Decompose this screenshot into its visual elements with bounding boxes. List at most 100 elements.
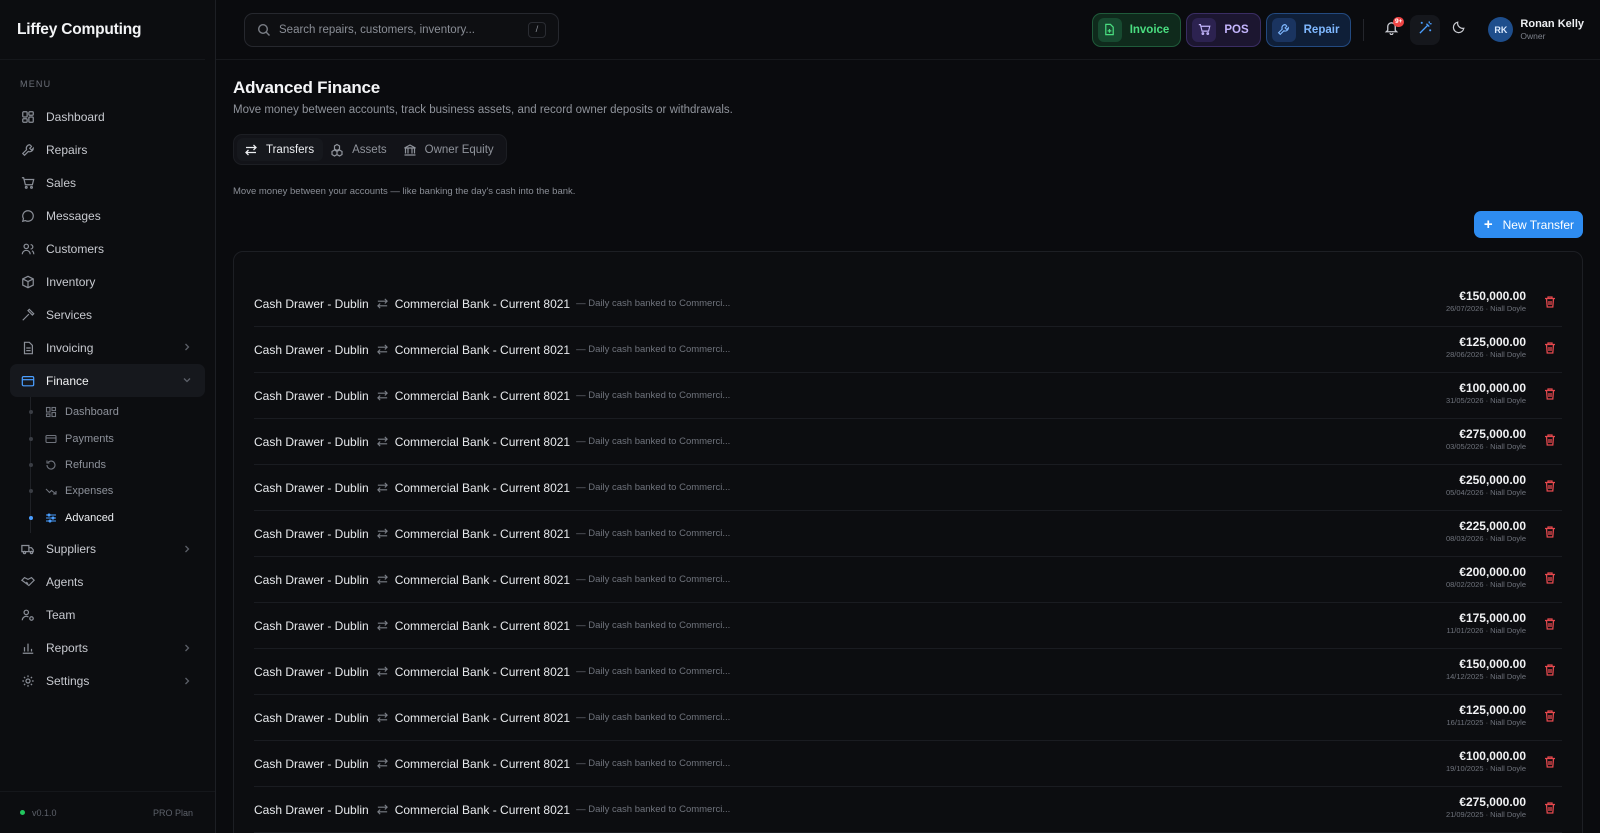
transfer-row[interactable]: Cash Drawer - Dublin Commercial Bank - C… [254, 603, 1562, 649]
to-account: Commercial Bank - Current 8021 [394, 434, 571, 449]
transfer-arrows-icon [376, 619, 390, 633]
sidebar-item-team[interactable]: Team [10, 599, 205, 632]
subnav-item-advanced[interactable]: Advanced [28, 505, 215, 531]
sidebar-item-agents[interactable]: Agents [10, 566, 205, 599]
notifications-button[interactable]: 9+ [1376, 15, 1406, 45]
card-icon [45, 433, 57, 445]
subnav-item-dashboard[interactable]: Dashboard [28, 399, 215, 425]
transfer-amount: €125,000.00 [1459, 335, 1526, 349]
transfer-amount: €125,000.00 [1459, 703, 1526, 717]
transfer-amount: €275,000.00 [1459, 427, 1526, 441]
sidebar-item-label: Repairs [46, 142, 88, 157]
transfer-row[interactable]: Cash Drawer - Dublin Commercial Bank - C… [254, 373, 1562, 419]
chat-icon [20, 208, 36, 224]
sidebar-item-reports[interactable]: Reports [10, 632, 205, 665]
transfer-arrows-icon [376, 757, 390, 771]
boxes-icon [330, 143, 344, 157]
sidebar-item-invoicing[interactable]: Invoicing [10, 331, 205, 364]
from-account: Cash Drawer - Dublin [254, 480, 369, 495]
trash-icon[interactable] [1543, 525, 1559, 541]
moon-icon [1452, 20, 1466, 39]
ai-assistant-button[interactable] [1410, 14, 1441, 45]
tab-transfers[interactable]: Transfers [237, 138, 324, 161]
bullet-dot [28, 436, 33, 441]
search-box[interactable]: / [244, 12, 559, 47]
menu-label: MENU [20, 79, 52, 89]
transfer-row[interactable]: Cash Drawer - Dublin Commercial Bank - C… [254, 281, 1562, 327]
trash-icon[interactable] [1543, 801, 1559, 817]
theme-toggle-button[interactable] [1444, 15, 1474, 45]
sidebar-item-services[interactable]: Services [10, 298, 205, 331]
trash-icon[interactable] [1543, 479, 1559, 495]
transfer-arrows-icon [376, 803, 390, 817]
transfer-row[interactable]: Cash Drawer - Dublin Commercial Bank - C… [254, 557, 1562, 603]
gear-icon [20, 673, 36, 689]
amount-column: €100,000.00 19/10/2025 · Niall Doyle [1446, 749, 1526, 775]
tab-bar: Transfers Assets Owner Equity [233, 134, 507, 165]
bank-icon [403, 143, 417, 157]
transfer-amount: €200,000.00 [1459, 565, 1526, 579]
trash-icon[interactable] [1543, 433, 1559, 449]
quick-invoice-button[interactable]: Invoice [1091, 12, 1182, 47]
to-account: Commercial Bank - Current 8021 [394, 480, 571, 495]
transfer-row[interactable]: Cash Drawer - Dublin Commercial Bank - C… [254, 695, 1562, 741]
sidebar-item-dashboard[interactable]: Dashboard [10, 100, 205, 133]
sidebar-item-label: Agents [46, 575, 84, 590]
sidebar-item-suppliers[interactable]: Suppliers [10, 533, 205, 566]
user-menu[interactable]: RK Ronan Kelly Owner [1488, 17, 1584, 42]
chevron-down-icon [181, 374, 193, 386]
tab-owner-equity[interactable]: Owner Equity [396, 138, 503, 161]
sidebar-item-messages[interactable]: Messages [10, 199, 205, 232]
transfer-row[interactable]: Cash Drawer - Dublin Commercial Bank - C… [254, 327, 1562, 373]
trash-icon[interactable] [1543, 663, 1559, 679]
to-account: Commercial Bank - Current 8021 [394, 802, 571, 817]
subnav-item-expenses[interactable]: Expenses [28, 478, 215, 504]
quick-repair-button[interactable]: Repair [1265, 12, 1352, 47]
transfer-row[interactable]: Cash Drawer - Dublin Commercial Bank - C… [254, 465, 1562, 511]
subnav-item-refunds[interactable]: Refunds [28, 452, 215, 478]
grid-icon [45, 406, 57, 418]
file-icon [20, 340, 36, 356]
trash-icon[interactable] [1543, 755, 1559, 771]
transfer-note: — Daily cash banked to Commerci... [576, 666, 731, 677]
transfer-arrows-icon [376, 435, 390, 449]
sidebar-item-label: Customers [46, 241, 105, 256]
sidebar-item-settings[interactable]: Settings [10, 665, 205, 698]
from-account: Cash Drawer - Dublin [254, 342, 369, 357]
transfer-row[interactable]: Cash Drawer - Dublin Commercial Bank - C… [254, 741, 1562, 787]
page-title: Advanced Finance [233, 78, 381, 97]
transfer-meta: 16/11/2025 · Niall Doyle [1446, 718, 1527, 727]
sidebar-item-customers[interactable]: Customers [10, 232, 205, 265]
bullet-dot [28, 410, 33, 415]
transfer-row[interactable]: Cash Drawer - Dublin Commercial Bank - C… [254, 419, 1562, 465]
version-info: v0.1.0 [20, 808, 57, 818]
trash-icon[interactable] [1543, 709, 1559, 725]
from-account: Cash Drawer - Dublin [254, 664, 369, 679]
tab-assets[interactable]: Assets [323, 138, 396, 161]
transfer-arrows-icon [376, 711, 390, 725]
amount-column: €200,000.00 08/02/2026 · Niall Doyle [1446, 565, 1526, 591]
search-icon [257, 23, 271, 37]
sidebar-item-repairs[interactable]: Repairs [10, 133, 205, 166]
topbar: / Invoice POS Repair 9+ [216, 0, 1600, 60]
trash-icon[interactable] [1543, 387, 1559, 403]
subnav-item-payments[interactable]: Payments [28, 425, 215, 451]
sidebar-item-finance[interactable]: Finance [10, 364, 205, 397]
transfer-row[interactable]: Cash Drawer - Dublin Commercial Bank - C… [254, 787, 1562, 833]
dashboard-icon [20, 109, 36, 125]
quick-pos-button[interactable]: POS [1186, 12, 1261, 47]
trash-icon[interactable] [1543, 571, 1559, 587]
sidebar-item-inventory[interactable]: Inventory [10, 265, 205, 298]
user-name: Ronan Kelly [1520, 17, 1584, 30]
new-transfer-button[interactable]: + New Transfer [1473, 211, 1583, 238]
from-account: Cash Drawer - Dublin [254, 572, 369, 587]
subnav-label: Advanced [65, 511, 114, 524]
search-input[interactable] [279, 23, 528, 36]
from-account: Cash Drawer - Dublin [254, 802, 369, 817]
trash-icon[interactable] [1543, 341, 1559, 357]
transfer-row[interactable]: Cash Drawer - Dublin Commercial Bank - C… [254, 649, 1562, 695]
sidebar-item-sales[interactable]: Sales [10, 166, 205, 199]
trash-icon[interactable] [1543, 295, 1559, 311]
transfer-row[interactable]: Cash Drawer - Dublin Commercial Bank - C… [254, 511, 1562, 557]
trash-icon[interactable] [1543, 617, 1559, 633]
